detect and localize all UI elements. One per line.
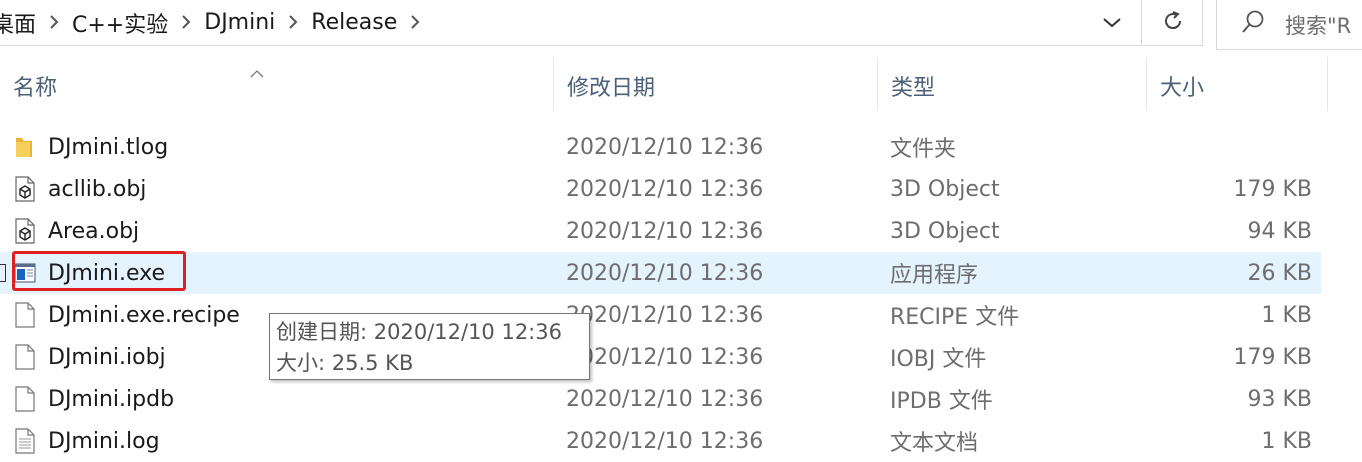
search-box[interactable]: 搜索"R [1216, 0, 1362, 50]
chevron-right-icon[interactable] [168, 11, 204, 35]
column-header-row: 名称 修改日期 类型 大小 [0, 57, 1330, 115]
file-modified: 2020/12/10 12:36 [566, 134, 764, 160]
file-name: DJmini.ipdb [48, 386, 175, 412]
row-checkbox[interactable] [0, 264, 6, 282]
file-row[interactable]: DJmini.exe.recipe 2020/12/10 12:36 RECIP… [0, 294, 1321, 336]
column-header-size[interactable]: 大小 [1147, 57, 1327, 115]
file-type: 文件夹 [890, 137, 957, 162]
chevron-down-icon[interactable] [1099, 10, 1125, 36]
column-header-modified[interactable]: 修改日期 [554, 57, 877, 115]
column-header-label: 类型 [891, 76, 936, 101]
file-type: IOBJ 文件 [890, 347, 987, 372]
file-size: 179 KB [1233, 176, 1312, 202]
file-name: DJmini.tlog [48, 134, 169, 160]
breadcrumb-item-release[interactable]: Release [311, 10, 397, 35]
breadcrumb-label: 桌面 [0, 12, 37, 38]
file-row[interactable]: Area.obj 2020/12/10 12:36 3D Object 94 K… [0, 210, 1321, 252]
breadcrumb-item-cpp-experiment[interactable]: C++实验 [72, 7, 168, 39]
file-modified: 2020/12/10 12:36 [566, 260, 764, 286]
breadcrumb-item-djmini[interactable]: DJmini [204, 10, 275, 35]
file-row-selected[interactable]: DJmini.exe 2020/12/10 12:36 应用程序 26 KB [0, 252, 1321, 294]
file-type: 应用程序 [890, 263, 979, 288]
tooltip-size: 大小: 25.5 KB [276, 351, 414, 375]
column-header-label: 修改日期 [567, 76, 656, 101]
file-name: DJmini.exe.recipe [48, 302, 240, 328]
breadcrumb-label: DJmini [204, 10, 276, 35]
file-type: 3D Object [890, 218, 1000, 244]
file-modified: 2020/12/10 12:36 [566, 428, 764, 454]
file-type: 文本文档 [890, 431, 979, 456]
text-document-icon [12, 427, 38, 455]
navigation-bar: 桌面 C++实验 DJmini Release 搜索"R [0, 0, 1362, 50]
file-name: DJmini.iobj [48, 344, 166, 370]
file-size: 179 KB [1233, 344, 1312, 370]
file-tooltip: 创建日期: 2020/12/10 12:36 大小: 25.5 KB [269, 313, 590, 380]
column-divider[interactable] [1327, 57, 1328, 111]
file-row[interactable]: DJmini.tlog 2020/12/10 12:36 文件夹 [0, 126, 1321, 168]
chevron-right-icon[interactable] [36, 11, 72, 35]
file-type: IPDB 文件 [890, 389, 993, 414]
file-row[interactable]: DJmini.ipdb 2020/12/10 12:36 IPDB 文件 93 … [0, 378, 1321, 420]
file-row[interactable]: DJmini.log 2020/12/10 12:36 文本文档 1 KB [0, 420, 1321, 462]
file-modified: 2020/12/10 12:36 [566, 302, 764, 328]
file-modified: 2020/12/10 12:36 [566, 386, 764, 412]
refresh-icon [1161, 9, 1185, 37]
address-bar[interactable]: 桌面 C++实验 DJmini Release [0, 0, 1142, 46]
breadcrumb-label: C++实验 [72, 12, 169, 38]
tooltip-created: 创建日期: 2020/12/10 12:36 [276, 320, 562, 344]
file-size: 26 KB [1247, 260, 1312, 286]
file-row[interactable]: DJmini.iobj 2020/12/10 12:36 IOBJ 文件 179… [0, 336, 1321, 378]
breadcrumb-item-desktop[interactable]: 桌面 [0, 7, 36, 39]
file-modified: 2020/12/10 12:36 [566, 176, 764, 202]
file-size: 1 KB [1261, 428, 1312, 454]
file-size: 1 KB [1261, 302, 1312, 328]
file-type: RECIPE 文件 [890, 305, 1020, 330]
file-modified: 2020/12/10 12:36 [566, 344, 764, 370]
column-header-name[interactable]: 名称 [0, 57, 553, 115]
blank-file-icon [12, 301, 38, 329]
column-header-label: 名称 [13, 76, 58, 101]
file-name: acllib.obj [48, 176, 147, 202]
file-size: 94 KB [1247, 218, 1312, 244]
search-icon [1241, 9, 1265, 40]
file-row[interactable]: acllib.obj 2020/12/10 12:36 3D Object 17… [0, 168, 1321, 210]
chevron-right-icon[interactable] [397, 11, 433, 35]
blank-file-icon [12, 343, 38, 371]
chevron-right-icon[interactable] [275, 11, 311, 35]
column-header-label: 大小 [1160, 76, 1205, 101]
search-placeholder: 搜索"R [1285, 13, 1352, 38]
file-type: 3D Object [890, 176, 1000, 202]
column-header-type[interactable]: 类型 [878, 57, 1146, 115]
folder-icon [12, 133, 38, 161]
highlight-box [12, 251, 186, 291]
3d-object-file-icon [12, 175, 38, 203]
3d-object-file-icon [12, 217, 38, 245]
file-size: 93 KB [1247, 386, 1312, 412]
file-name: DJmini.log [48, 428, 160, 454]
blank-file-icon [12, 385, 38, 413]
breadcrumb-label: Release [311, 10, 398, 35]
refresh-button[interactable] [1143, 0, 1203, 46]
file-modified: 2020/12/10 12:36 [566, 218, 764, 244]
file-name: Area.obj [48, 218, 140, 244]
